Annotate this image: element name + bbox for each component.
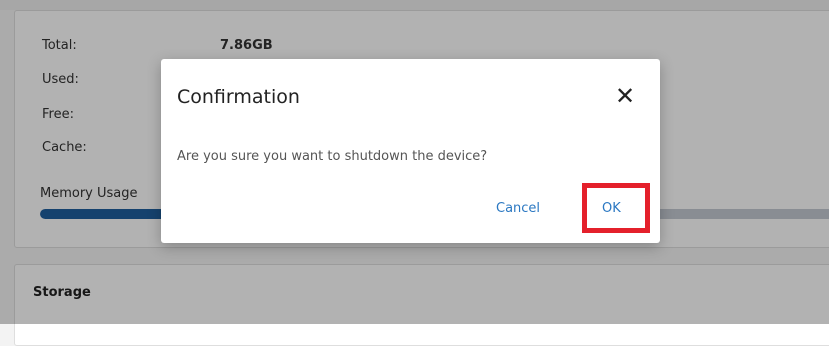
confirmation-dialog: Confirmation ✕ Are you sure you want to … (161, 59, 660, 243)
close-icon[interactable]: ✕ (614, 84, 636, 108)
dialog-title: Confirmation (177, 86, 300, 108)
dialog-message: Are you sure you want to shutdown the de… (177, 149, 488, 164)
cancel-button[interactable]: Cancel (496, 201, 540, 216)
ok-button[interactable]: OK (602, 201, 621, 216)
